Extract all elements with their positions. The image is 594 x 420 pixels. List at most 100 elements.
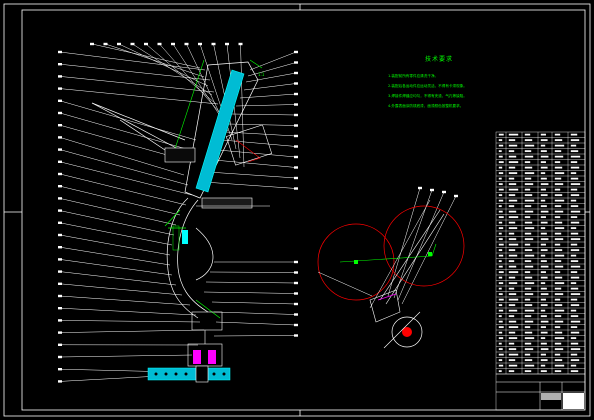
balloon-marker — [442, 190, 446, 194]
parts-list-cell-text — [554, 166, 563, 169]
parts-list-cell-text — [570, 271, 578, 274]
parts-list-cell-text — [540, 348, 549, 351]
balloon-marker — [58, 368, 62, 371]
balloon-marker — [58, 185, 62, 188]
parts-list-cell-text — [540, 276, 548, 279]
balloon-marker — [58, 209, 62, 212]
parts-list-cell-text — [570, 337, 577, 340]
parts-list-cell-text — [508, 309, 518, 312]
parts-list-cell-text — [570, 172, 577, 175]
parts-list-cell-text — [524, 232, 532, 235]
parts-list-cell-text — [508, 364, 518, 367]
parts-list-cell-text — [498, 161, 504, 164]
parts-list-cell-text — [570, 298, 578, 301]
parts-list-cell-text — [554, 161, 561, 164]
parts-list-cell-text — [540, 232, 547, 235]
leader-line — [59, 375, 161, 382]
assembly-drawing: 1:1 — [3, 3, 591, 417]
parts-list-cell-text — [540, 144, 546, 147]
balloon-marker — [184, 42, 189, 46]
balloon-marker — [294, 103, 298, 106]
parts-list-cell-text — [540, 205, 547, 208]
parts-list-cell-text — [508, 172, 518, 175]
parts-list-cell-text — [508, 271, 519, 274]
svg-text:1:1: 1:1 — [258, 72, 265, 77]
leader-line — [59, 210, 175, 236]
parts-list-cell-text — [570, 309, 577, 312]
parts-list-cell-text — [524, 139, 533, 142]
parts-list-cell-text — [570, 287, 579, 290]
parts-list-cell-text — [508, 260, 515, 263]
parts-list-cell-text — [540, 309, 546, 312]
tech-requirement-line: 1.装配前所有零件应清洗干净。 — [388, 74, 439, 78]
parts-list-cell-text — [540, 359, 548, 362]
parts-list-cell-text — [498, 359, 503, 362]
leader-line — [59, 295, 191, 306]
parts-list-cell-text — [570, 238, 581, 241]
balloon-marker — [294, 281, 298, 285]
leader-line — [59, 329, 205, 333]
parts-list-cell-text — [524, 353, 531, 356]
balloon-marker — [58, 99, 62, 102]
parts-list-cell-text — [508, 254, 518, 257]
parts-list-cell-text — [498, 265, 503, 268]
parts-list-cell-text — [508, 342, 515, 345]
leader-line — [59, 320, 201, 323]
leader-line — [118, 43, 209, 87]
parts-list-cell-text — [498, 199, 504, 202]
balloon-marker — [294, 134, 298, 138]
balloon-marker — [294, 155, 298, 159]
parts-list-cell-text — [498, 293, 503, 296]
parts-list-cell-text — [540, 298, 547, 301]
leader-line — [203, 181, 297, 189]
parts-list-cell-text — [554, 194, 563, 197]
leader-line — [59, 185, 181, 216]
balloon-marker — [238, 42, 243, 46]
parts-list-cell-text — [524, 227, 535, 230]
parts-list-cell-text — [554, 260, 562, 263]
parts-list-cell-text — [570, 205, 579, 208]
parts-list-cell-text — [498, 210, 503, 213]
parts-list-cell-text — [554, 282, 565, 285]
parts-list-cell-text — [570, 232, 579, 235]
parts-list-cell-text — [554, 342, 562, 345]
parts-list-cell-text — [554, 205, 562, 208]
parts-list-cell-text — [498, 243, 504, 246]
balloon-marker — [294, 92, 298, 96]
parts-list-cell-text — [498, 155, 503, 158]
parts-list-cell-text — [498, 271, 504, 274]
balloon-marker — [294, 145, 298, 148]
parts-list-cell-text — [570, 210, 581, 213]
leader-line — [59, 222, 173, 246]
parts-list-cell-text — [524, 271, 531, 274]
parts-list-cell-text — [508, 216, 519, 219]
parts-list-cell-text — [524, 331, 533, 334]
parts-list-cell-text — [540, 364, 546, 367]
parts-list-cell-text — [554, 315, 562, 318]
parts-list-cell-text — [508, 150, 515, 153]
parts-list-cell-text — [540, 342, 547, 345]
motion-schematic-view — [317, 199, 465, 349]
parts-list-cell-text — [524, 199, 535, 202]
parts-list-cell-text — [554, 304, 563, 307]
parts-list-cell-text — [508, 133, 519, 136]
base-rail — [147, 367, 231, 381]
parts-list-cell-text — [508, 188, 519, 191]
parts-list-cell-text — [498, 353, 504, 356]
parts-list-cell-text — [524, 205, 532, 208]
leader-line — [249, 51, 297, 71]
parts-list-cell-text — [508, 161, 519, 164]
balloon-marker — [58, 63, 62, 66]
balloon-marker — [294, 166, 298, 169]
balloon-marker — [294, 260, 298, 264]
parts-list-cell-text — [508, 238, 517, 241]
leader-line — [59, 173, 187, 206]
parts-list-cell-text — [508, 353, 519, 356]
parts-list-cell-text — [508, 139, 516, 142]
parts-list-cell-text — [554, 287, 562, 290]
leader-line — [59, 198, 177, 226]
balloon-marker — [58, 270, 62, 273]
balloon-marker — [294, 187, 298, 190]
balloon-marker — [294, 82, 298, 85]
parts-list-cell-text — [508, 144, 518, 147]
